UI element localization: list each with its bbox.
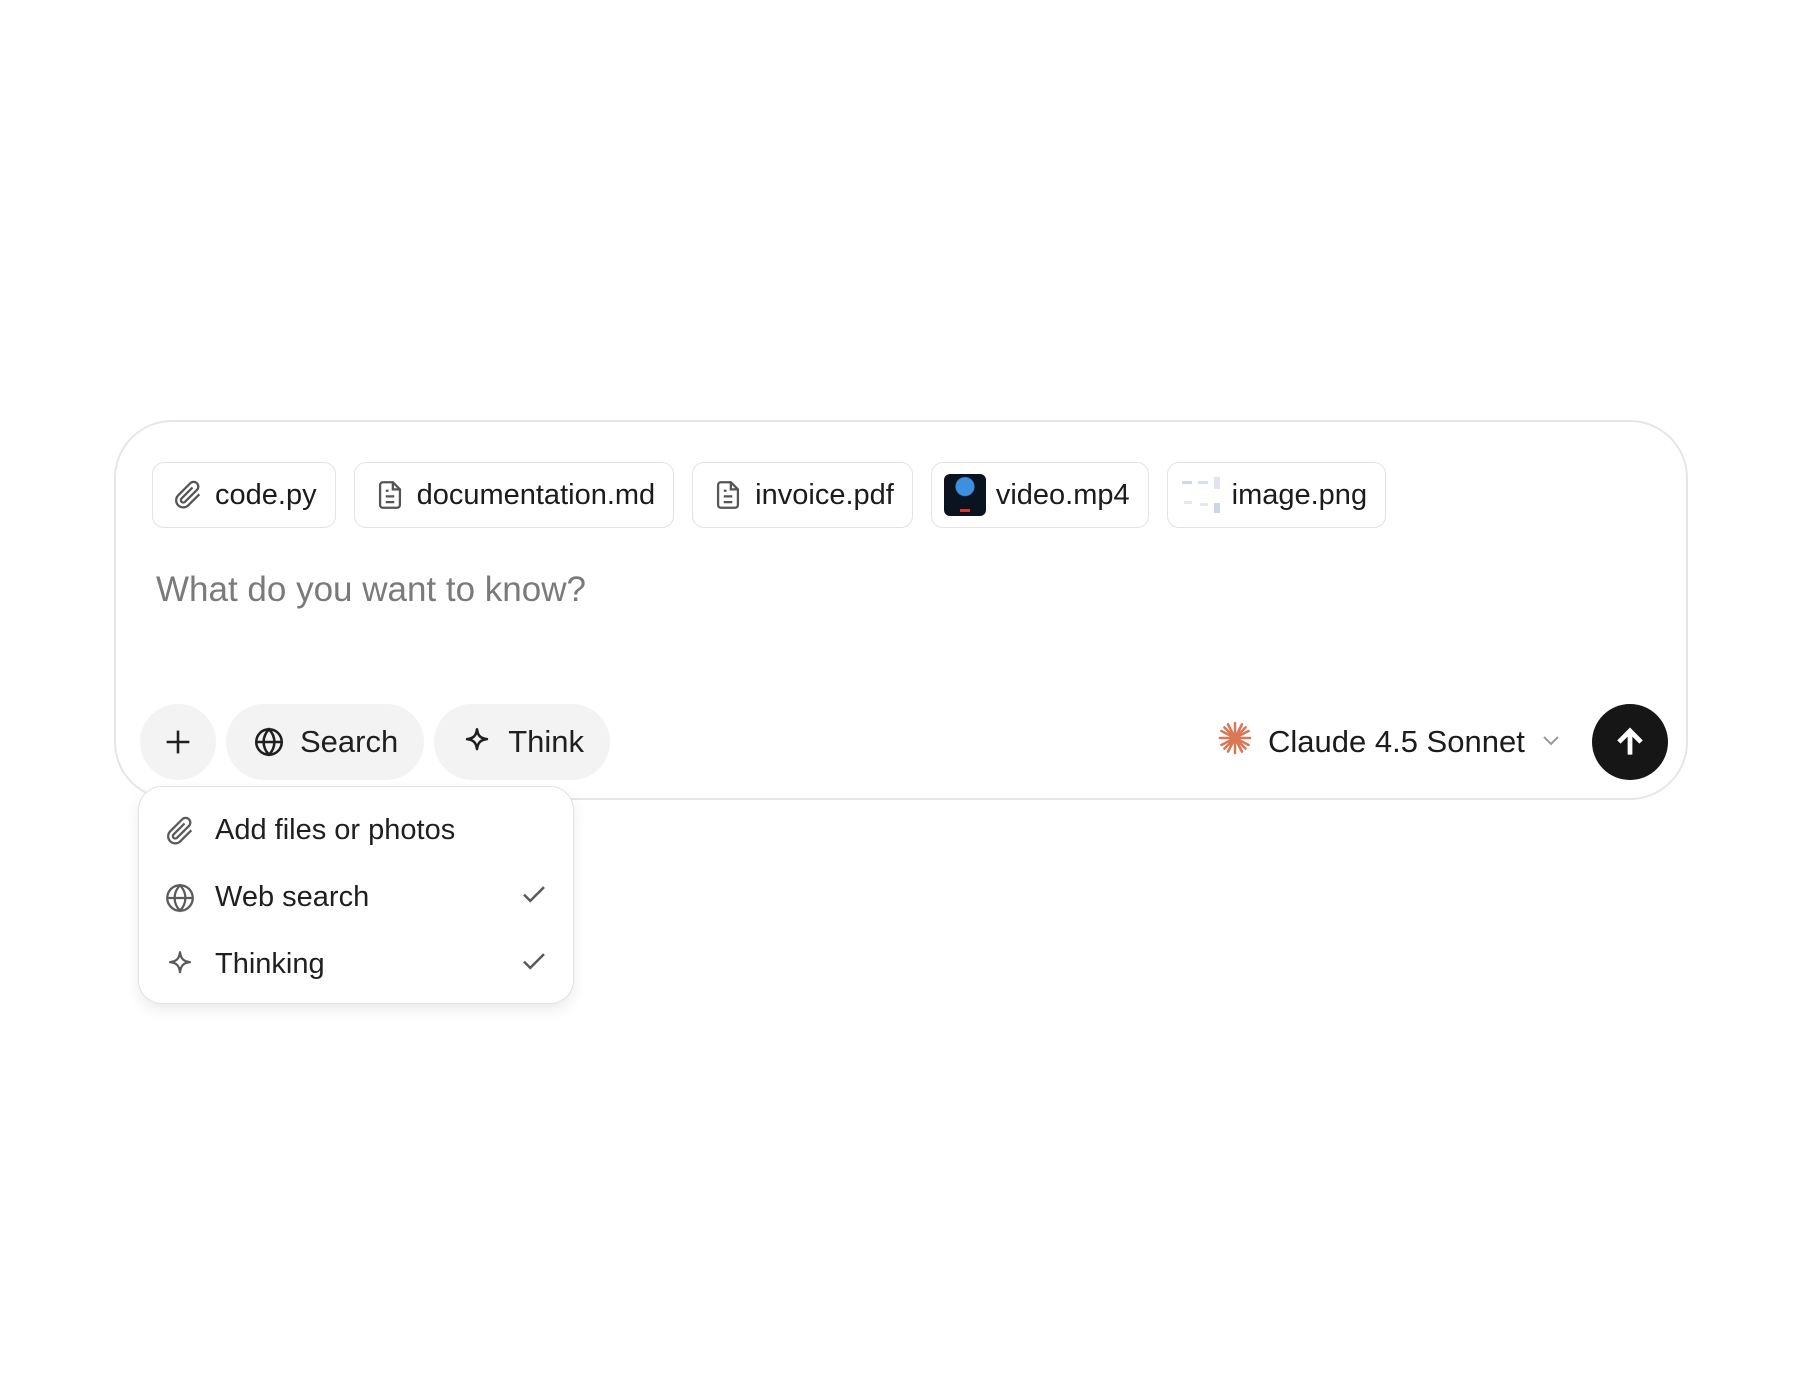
paperclip-icon — [167, 816, 193, 845]
think-label: Think — [508, 724, 585, 759]
menu-item-add-files[interactable]: Add files or photos — [139, 797, 573, 864]
file-icon — [717, 481, 740, 509]
attachment-name: video.mp4 — [995, 478, 1130, 511]
add-button[interactable] — [140, 704, 216, 780]
attachment-name: documentation.md — [416, 478, 656, 511]
prompt-input[interactable] — [156, 560, 1556, 620]
globe-icon — [166, 883, 194, 912]
paperclip-icon — [175, 480, 201, 509]
attachment-chip-code-py[interactable]: code.py — [152, 462, 336, 528]
send-button[interactable] — [1592, 704, 1668, 780]
menu-item-thinking[interactable]: Thinking — [139, 931, 573, 998]
composer-toolbar: Search Think — [140, 704, 611, 780]
arrow-up-icon — [1617, 727, 1643, 755]
add-menu-dropdown: Add files or photos Web search Thinking — [138, 786, 574, 1004]
sparkle-icon — [168, 950, 192, 973]
checkmark-icon — [519, 879, 549, 917]
menu-item-label: Web search — [215, 881, 370, 913]
model-name: Claude 4.5 Sonnet — [1268, 724, 1525, 759]
attachment-chip-video-mp4[interactable]: video.mp4 — [930, 462, 1149, 528]
checkmark-icon — [519, 946, 549, 984]
menu-item-label: Add files or photos — [215, 814, 456, 846]
attachment-name: image.png — [1231, 478, 1368, 511]
menu-item-web-search[interactable]: Web search — [139, 864, 573, 931]
claude-spark-icon — [1216, 719, 1254, 765]
menu-item-label: Thinking — [215, 948, 325, 980]
sparkle-icon — [466, 727, 489, 751]
attachment-list: code.py documentation.md invoice.pdf vid… — [152, 462, 1387, 528]
image-thumbnail — [1177, 473, 1222, 517]
search-toggle-button[interactable]: Search — [226, 704, 425, 780]
attachment-chip-documentation-md[interactable]: documentation.md — [353, 462, 675, 528]
plus-icon — [166, 730, 190, 754]
chat-composer: code.py documentation.md invoice.pdf vid… — [114, 420, 1688, 800]
globe-icon — [254, 727, 284, 757]
search-label: Search — [300, 724, 399, 759]
attachment-name: code.py — [215, 478, 317, 511]
model-selector[interactable]: Claude 4.5 Sonnet — [1216, 712, 1563, 772]
think-toggle-button[interactable]: Think — [434, 704, 611, 780]
attachment-chip-image-png[interactable]: image.png — [1166, 462, 1387, 528]
chevron-down-icon — [1539, 724, 1563, 760]
file-icon — [378, 481, 401, 509]
video-thumbnail — [943, 474, 986, 516]
attachment-name: invoice.pdf — [755, 478, 894, 511]
attachment-chip-invoice-pdf[interactable]: invoice.pdf — [692, 462, 913, 528]
